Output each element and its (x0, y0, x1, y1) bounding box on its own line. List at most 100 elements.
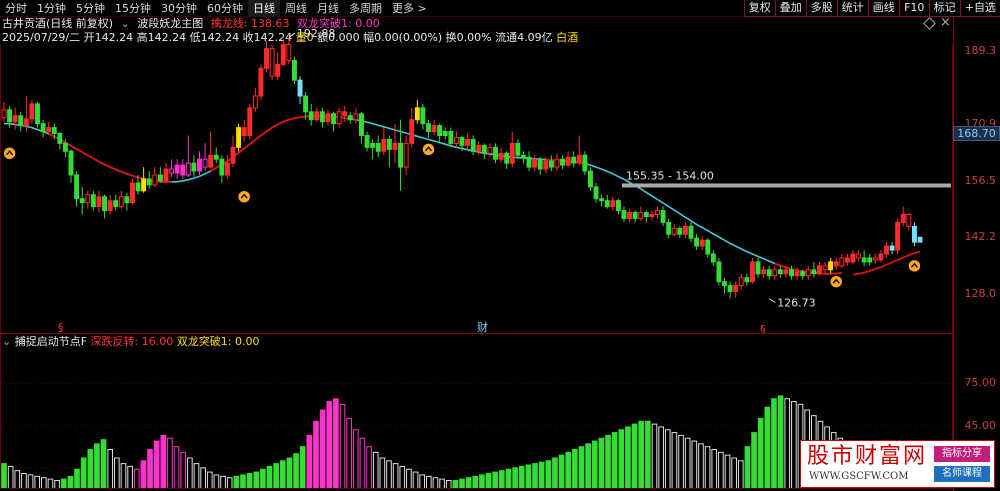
candle (911, 222, 917, 247)
period-tab-0[interactable]: 分时 (0, 0, 32, 17)
candle (621, 206, 627, 223)
candle (297, 76, 303, 104)
sub-bar (678, 434, 684, 489)
price-axis-label: 189.3 (964, 44, 997, 58)
candle (197, 151, 202, 175)
candle (420, 103, 426, 130)
candle (264, 40, 269, 73)
candle (822, 261, 828, 274)
period-tab-7[interactable]: 周线 (280, 0, 312, 17)
sub-bar (379, 457, 386, 489)
candle (107, 194, 113, 215)
price-axis-label: 142.2 (964, 230, 997, 244)
sub-bar (160, 434, 167, 489)
candle (291, 56, 297, 85)
period-tab-1[interactable]: 1分钟 (32, 0, 71, 17)
sub-bar (54, 480, 60, 489)
sub-bar (512, 467, 518, 489)
toolbar-button-4[interactable]: 画线 (867, 0, 899, 17)
candle (96, 190, 102, 213)
candle (532, 155, 538, 172)
candle (1, 101, 7, 122)
candle (157, 167, 163, 183)
sub-bar (645, 420, 651, 489)
sub-bar (518, 465, 525, 489)
candle (560, 155, 565, 170)
sub-indicator-name[interactable]: 捕捉启动节点F (15, 335, 87, 348)
candle (755, 257, 761, 278)
s-mark[interactable]: § (58, 321, 64, 333)
candle (414, 99, 420, 124)
candle (749, 257, 755, 284)
candle (526, 151, 532, 172)
candle (694, 234, 700, 251)
candlestick-chart[interactable]: 155.35 - 154.00 192.88 126.73 § § 财 (0, 17, 953, 333)
sub-bar (698, 443, 704, 489)
candle (850, 250, 856, 264)
price-axis-label: 128.0 (964, 286, 997, 300)
toolbar-button-1[interactable]: 叠加 (774, 0, 806, 17)
sub-bar (704, 446, 711, 489)
sub-bar (631, 423, 638, 489)
sub-bar (711, 449, 718, 489)
candle (386, 135, 392, 168)
sub-bar (465, 477, 472, 489)
sub-bar (671, 432, 678, 489)
period-tab-9[interactable]: 多周期 (344, 0, 387, 17)
sub-bar (724, 454, 731, 489)
candle (554, 153, 560, 172)
s-mark[interactable]: § (760, 323, 766, 333)
toolbar-button-2[interactable]: 多股 (805, 0, 837, 17)
candle (588, 167, 593, 191)
period-tab-5[interactable]: 60分钟 (202, 0, 248, 17)
candle (504, 151, 510, 170)
candle (722, 277, 727, 294)
chevron-down-icon[interactable]: ⌄ (2, 335, 11, 348)
sub-bar (306, 434, 313, 489)
candle (12, 107, 18, 130)
candle (409, 107, 415, 148)
toolbar-button-7[interactable]: +自选 (959, 0, 1000, 17)
cai-mark[interactable]: 财 (477, 320, 488, 333)
period-tab-3[interactable]: 15分钟 (110, 0, 156, 17)
period-tabs: 分时 1分钟 5分钟 15分钟 30分钟 60分钟 日线 周线 月线 多周期 更多 > (0, 0, 432, 17)
candle (437, 123, 443, 144)
candle (236, 123, 242, 152)
toolbar-button-3[interactable]: 统计 (836, 0, 868, 17)
candle (643, 210, 649, 223)
sub-bar (253, 471, 260, 489)
sub-bar (153, 440, 160, 489)
period-tab-6[interactable]: 日线 (248, 0, 280, 17)
sub-bar (552, 457, 558, 489)
sub-bar (240, 474, 246, 489)
candle (191, 155, 197, 177)
sub-bar (525, 464, 532, 489)
sub-bar (479, 474, 485, 489)
candle (465, 133, 471, 150)
sub-indicator-value-1: 深跌反转: 16.00 (90, 335, 174, 348)
candle (610, 196, 616, 211)
sub-bar (565, 451, 572, 489)
toolbar-button-5[interactable]: F10 (898, 0, 929, 17)
candle (565, 151, 571, 168)
candle (68, 149, 74, 183)
candle (677, 226, 683, 239)
period-tab-4[interactable]: 30分钟 (156, 0, 202, 17)
sub-bar (406, 468, 412, 489)
low-marker-line (768, 298, 776, 303)
candle (230, 135, 236, 168)
candle (884, 242, 889, 258)
period-tab-2[interactable]: 5分钟 (71, 0, 110, 17)
sub-bar (532, 463, 538, 489)
sub-bar (319, 409, 326, 489)
candle (124, 192, 130, 211)
sub-bar (114, 457, 120, 489)
sub-bar (1, 463, 7, 489)
candle (18, 111, 24, 132)
candle (353, 107, 359, 124)
candle (213, 147, 219, 164)
period-tab-8[interactable]: 月线 (312, 0, 344, 17)
candle (655, 206, 660, 219)
period-tab-10[interactable]: 更多 > (387, 0, 432, 17)
toolbar-button-0[interactable]: 复权 (743, 0, 775, 17)
